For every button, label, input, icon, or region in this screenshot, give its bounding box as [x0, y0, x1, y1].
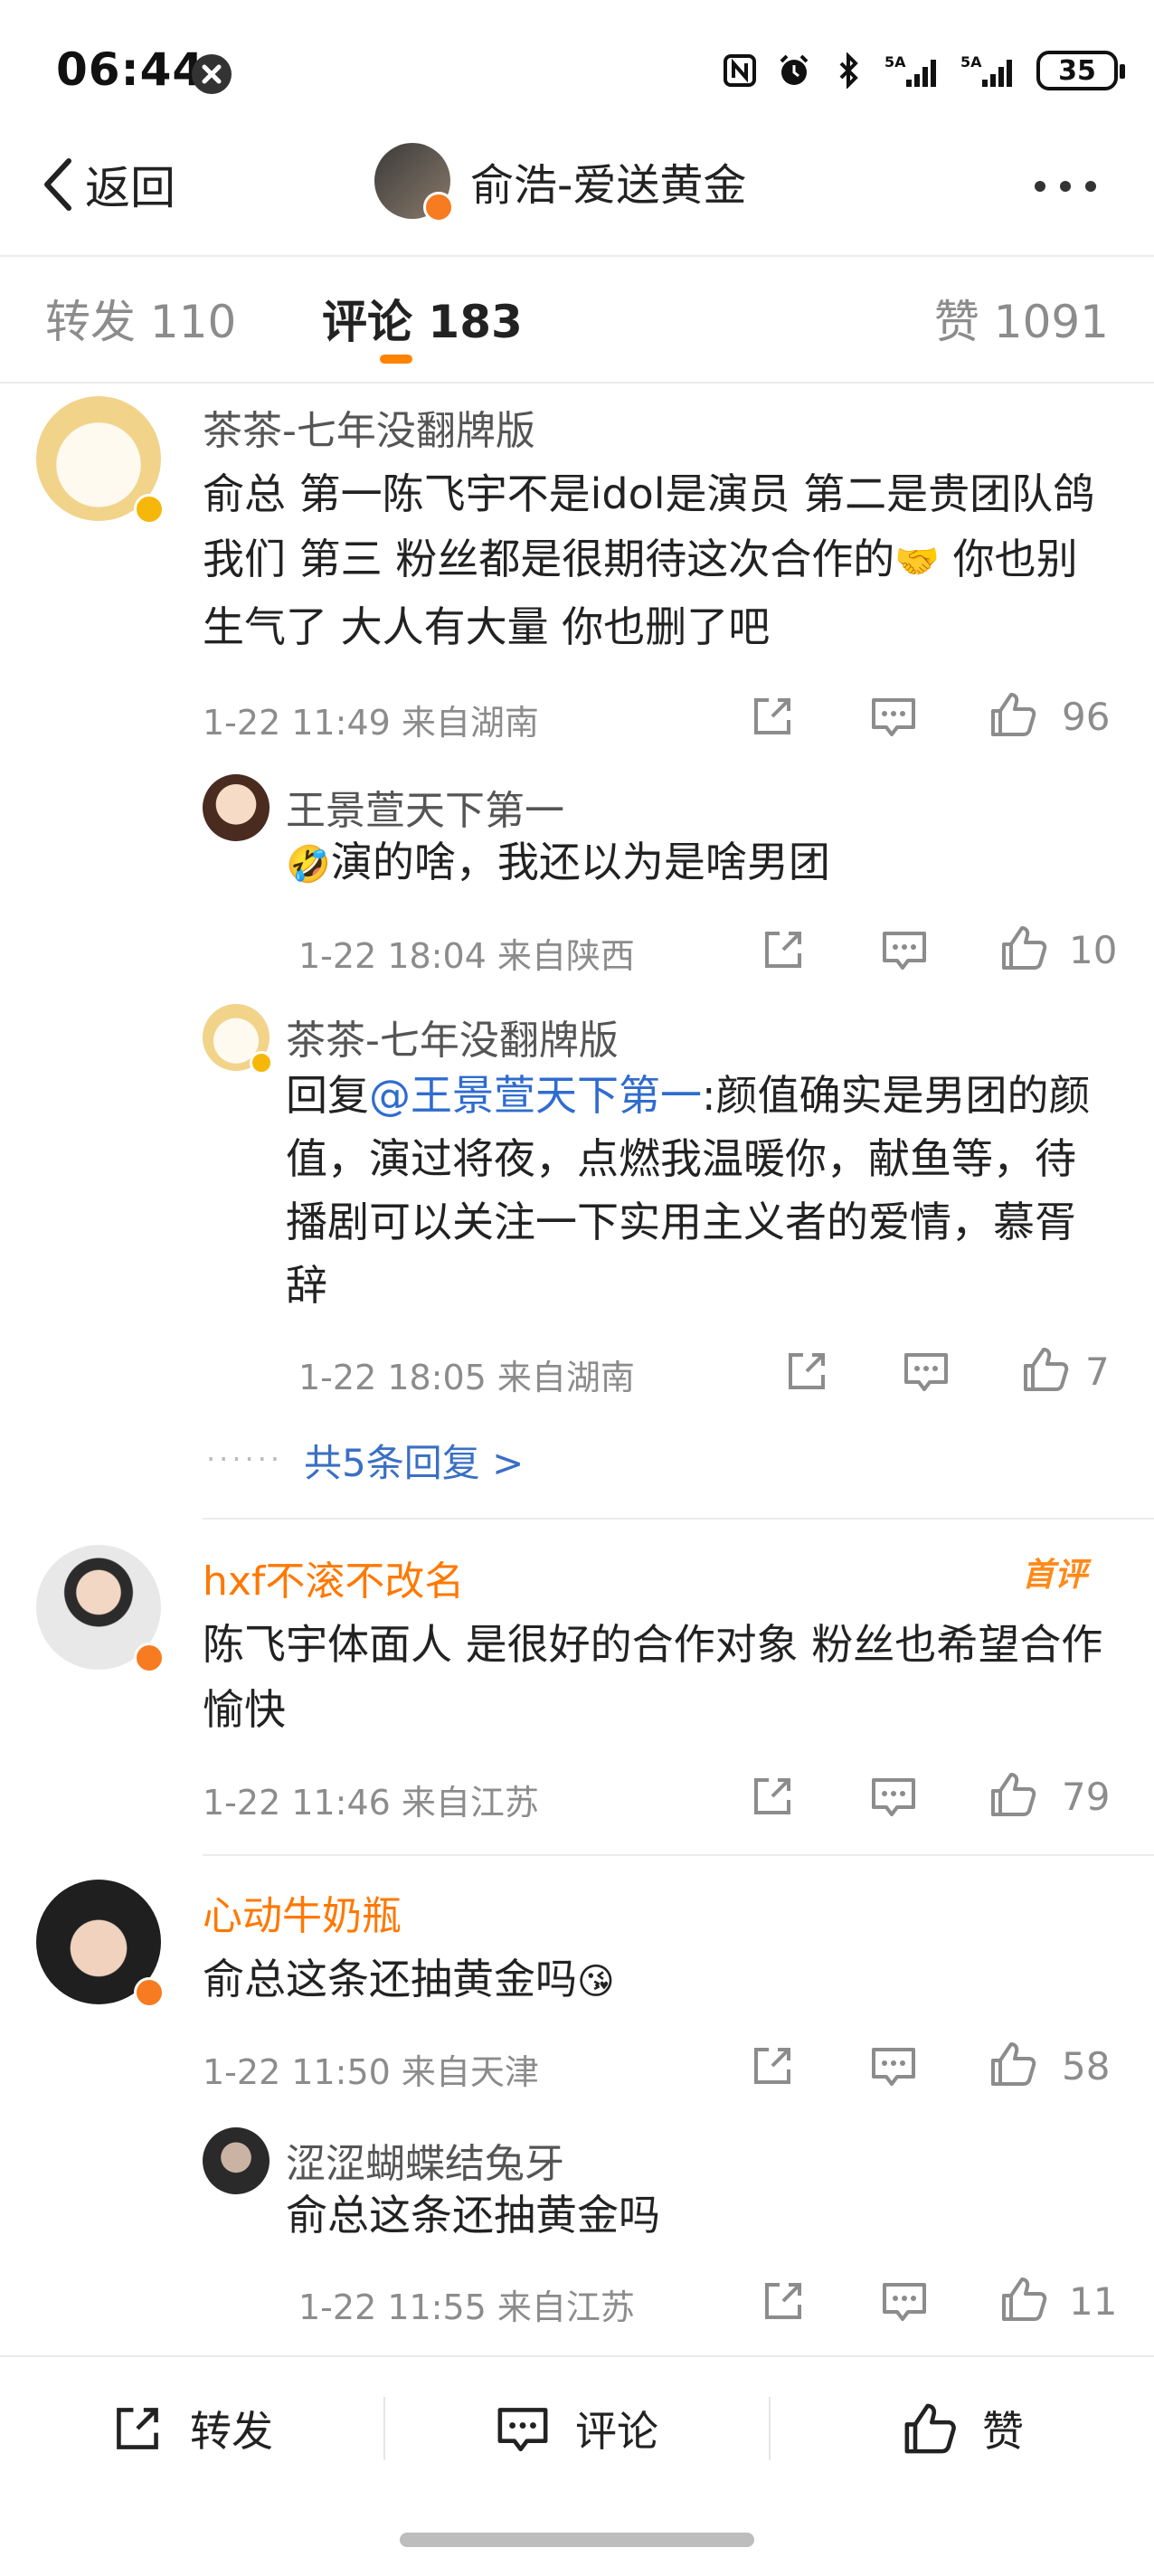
like-icon[interactable]: [1020, 1344, 1071, 1395]
like-button[interactable]: 赞: [901, 2399, 1024, 2458]
comment-button[interactable]: 评论: [494, 2399, 658, 2458]
first-comment-badge: 首评: [1022, 1557, 1088, 1594]
more-replies-link[interactable]: 共5条回复 >: [304, 1433, 524, 1488]
mention-link[interactable]: @王景萱天下第一: [369, 1071, 702, 1120]
signal-5g-icon: 5A: [884, 53, 936, 87]
separator: [769, 2397, 771, 2460]
reply-text: 俞总这条还抽黄金吗: [286, 2191, 660, 2240]
comment-icon: [497, 2408, 548, 2452]
like-count: 58: [1062, 2044, 1111, 2088]
divider: [203, 1518, 1154, 1520]
divider: [203, 1854, 1154, 1856]
like-count: 10: [1069, 928, 1118, 972]
share-icon[interactable]: [781, 1346, 832, 1397]
avatar[interactable]: [203, 774, 270, 841]
like-count: 79: [1062, 1775, 1111, 1819]
like-icon[interactable]: [998, 923, 1049, 973]
avatar[interactable]: [203, 1004, 273, 1075]
like-count: 7: [1085, 1350, 1110, 1394]
avatar[interactable]: [36, 1545, 165, 1673]
divider: [0, 255, 1154, 257]
like-icon: [904, 2403, 956, 2454]
verified-badge-icon: [134, 1977, 165, 2008]
svg-text:5A: 5A: [884, 53, 906, 71]
avatar[interactable]: [203, 2127, 270, 2194]
back-button[interactable]: 返回: [40, 152, 175, 217]
kiss-emoji-icon: 😘: [577, 1961, 615, 2003]
share-icon[interactable]: [758, 924, 809, 975]
like-icon[interactable]: [988, 689, 1038, 740]
separator: [383, 2397, 385, 2460]
like-count: 11: [1069, 2279, 1118, 2324]
divider: [0, 382, 1154, 384]
comment-icon[interactable]: [868, 1771, 919, 1822]
share-icon[interactable]: [747, 2041, 798, 2091]
reply-meta: 1-22 11:55 来自江苏: [298, 2287, 635, 2327]
share-icon[interactable]: [758, 2276, 809, 2326]
share-icon[interactable]: [747, 691, 798, 742]
notification-icon: [192, 54, 232, 94]
comment-icon[interactable]: [901, 1346, 951, 1397]
verified-badge-icon: [423, 192, 454, 223]
reply-username[interactable]: 涩涩蝴蝶结兔牙: [286, 2131, 564, 2189]
nav-title-area[interactable]: 俞浩-爱送黄金: [374, 143, 747, 223]
like-count: 96: [1062, 695, 1111, 739]
reply-text: 回复@王景萱天下第一:颜值确实是男团的颜值，演过将夜，点燃我温暖你，献鱼等，待播…: [286, 1071, 1091, 1310]
share-icon[interactable]: [747, 1771, 798, 1822]
like-icon[interactable]: [988, 2039, 1038, 2089]
status-icons: 5A 5A 35: [722, 51, 1125, 90]
tab-likes[interactable]: 赞 1091: [934, 286, 1109, 351]
comment-icon[interactable]: [868, 2041, 919, 2091]
reply-meta: 1-22 18:04 来自陕西: [298, 936, 635, 976]
nfc-icon: [724, 54, 756, 87]
alarm-icon: [780, 54, 809, 85]
laughing-emoji-icon: 🤣: [286, 844, 331, 886]
repost-button[interactable]: 转发: [109, 2399, 273, 2458]
reply-meta: 1-22 18:05 来自湖南: [298, 1358, 635, 1397]
page-title: 俞浩-爱送黄金: [470, 160, 747, 211]
comment-text: 陈飞宇体面人 是很好的合作对象 粉丝也希望合作愉快: [203, 1620, 1103, 1734]
avatar[interactable]: [36, 396, 165, 525]
comment-text: 俞总 第一陈飞宇不是idol是演员 第二是贵团队鸽我们 第三 粉丝都是很期待这次…: [203, 469, 1095, 651]
tab-active-indicator: [380, 355, 412, 364]
comment-username[interactable]: hxf不滚不改名: [203, 1548, 464, 1606]
author-avatar[interactable]: [374, 143, 454, 223]
verified-badge-icon: [250, 1051, 273, 1075]
like-icon[interactable]: [988, 1769, 1038, 1820]
home-indicator[interactable]: [400, 2533, 754, 2547]
handshake-emoji-icon: 🤝: [894, 541, 941, 582]
reply-username[interactable]: 王景萱天下第一: [286, 778, 564, 836]
signal-5g-icon: 5A: [960, 53, 1012, 87]
comment-username[interactable]: 心动牛奶瓶: [203, 1883, 402, 1941]
like-icon[interactable]: [998, 2274, 1049, 2325]
verified-badge-icon: [134, 494, 165, 525]
verified-badge-icon: [134, 1643, 165, 1673]
share-icon: [117, 2408, 158, 2449]
more-options-icon[interactable]: [1035, 181, 1096, 192]
tab-comments[interactable]: 评论 183: [322, 286, 523, 351]
comment-text: 俞总这条还抽黄金吗😘: [203, 1955, 615, 2003]
repost-label: 转发: [190, 2407, 273, 2456]
comment-meta: 1-22 11:49 来自湖南: [203, 703, 539, 743]
comment-icon[interactable]: [868, 691, 919, 742]
like-label: 赞: [982, 2407, 1024, 2456]
comment-meta: 1-22 11:50 来自天津: [203, 2052, 539, 2092]
battery-indicator: 35: [1036, 51, 1125, 90]
reply-username[interactable]: 茶茶-七年没翻牌版: [286, 1008, 619, 1065]
svg-text:5A: 5A: [960, 53, 982, 71]
more-replies-dots: ······: [206, 1442, 284, 1476]
comment-icon[interactable]: [879, 924, 930, 975]
comment-meta: 1-22 11:46 来自江苏: [203, 1783, 539, 1823]
comment-username[interactable]: 茶茶-七年没翻牌版: [203, 398, 535, 456]
reply-text: 🤣演的啥，我还以为是啥男团: [286, 838, 830, 886]
comment-label: 评论: [575, 2407, 658, 2456]
chevron-left-icon: [44, 158, 71, 211]
status-time: 06:44: [56, 43, 205, 96]
bluetooth-icon: [839, 52, 858, 89]
back-label: 返回: [85, 162, 175, 214]
comment-icon[interactable]: [879, 2276, 930, 2326]
tab-reposts[interactable]: 转发 110: [45, 286, 236, 351]
avatar[interactable]: [36, 1880, 165, 2008]
